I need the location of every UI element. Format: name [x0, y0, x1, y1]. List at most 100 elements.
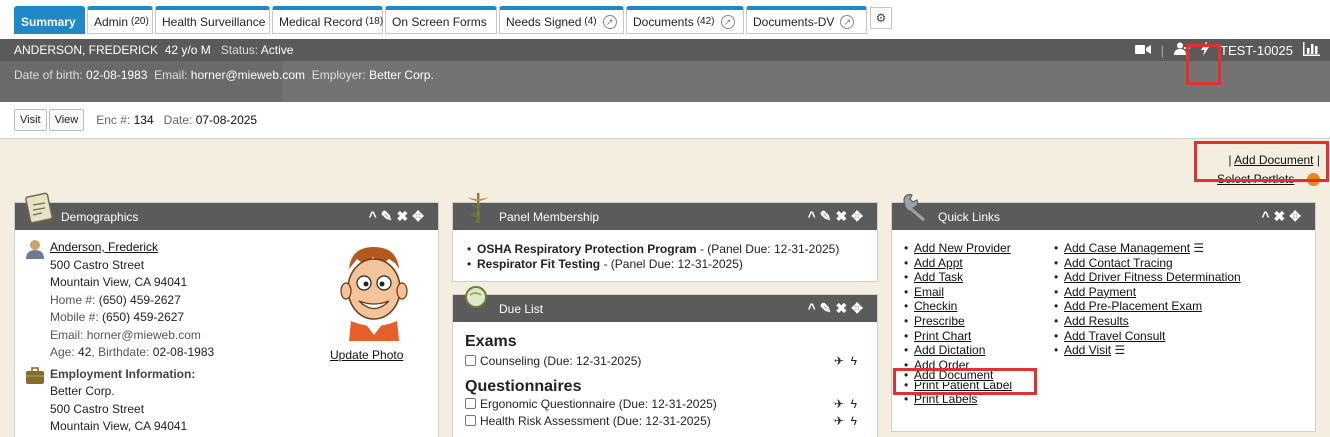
portlet-tools: ^✎✖✥ [808, 208, 867, 225]
move-icon[interactable]: ✥ [851, 300, 867, 316]
dob-value: 02-08-1983 [86, 68, 148, 82]
portlet-header[interactable]: Quick Links ^✖✥ [892, 203, 1315, 230]
portlet-header[interactable]: Demographics ^✎✖✥ [15, 203, 438, 230]
list-item: Add Task [902, 270, 1062, 285]
external-link-icon[interactable]: ↗ [720, 14, 735, 29]
tab-summary[interactable]: Summary [14, 6, 85, 34]
bar-chart-icon[interactable] [1303, 41, 1320, 59]
external-link-icon[interactable]: ↗ [840, 14, 855, 29]
tab-admin[interactable]: Admin (20) [87, 6, 153, 34]
close-icon[interactable]: ✖ [836, 208, 852, 224]
send-icon[interactable]: ✈ [834, 354, 844, 368]
questionnaire-item-label: Ergonomic Questionnaire (Due: 12-31-2025… [480, 397, 717, 411]
video-camera-icon[interactable] [1134, 43, 1151, 58]
lightning-bolt-icon[interactable]: ϟ [851, 397, 857, 411]
panel-list: OSHA Respiratory Protection Program - (P… [465, 242, 839, 271]
send-icon[interactable]: ✈ [834, 414, 844, 428]
collapse-icon[interactable]: ^ [808, 208, 820, 224]
patient-name-link[interactable]: Anderson, Frederick [50, 240, 158, 254]
quick-link-add-case-management[interactable]: Add Case Management [1064, 241, 1190, 255]
due-list-body: Exams Counseling (Due: 12-31-2025) ✈ ϟ Q… [465, 333, 869, 430]
patient-test-id: TEST-10025 [1220, 42, 1293, 58]
quick-link-add-dictation[interactable]: Add Dictation [914, 343, 985, 357]
questionnaire-checkbox[interactable] [465, 415, 476, 426]
quick-link-add-results[interactable]: Add Results [1064, 314, 1129, 328]
external-link-icon[interactable]: ↗ [602, 14, 617, 29]
view-button[interactable]: View [48, 109, 85, 131]
close-icon[interactable]: ✖ [836, 300, 852, 316]
list-item: Health Risk Assessment (Due: 12-31-2025)… [465, 413, 869, 430]
collapse-icon[interactable]: ^ [1261, 208, 1273, 224]
quick-link-email[interactable]: Email [914, 285, 944, 299]
list-item: OSHA Respiratory Protection Program - (P… [465, 242, 839, 257]
tab-medical-record[interactable]: Medical Record (18) [272, 6, 383, 34]
briefcase-icon [26, 366, 44, 384]
tab-settings-gear-icon[interactable]: ⚙ [870, 7, 892, 29]
move-icon[interactable]: ✥ [1289, 208, 1305, 224]
portlet-title: Quick Links [938, 209, 1001, 224]
quick-link-add-order[interactable]: Add Order [914, 358, 969, 368]
employment-title: Employment Information: [50, 366, 196, 381]
quick-link-prescribe[interactable]: Prescribe [914, 314, 965, 328]
tab-label: Documents-DV [753, 14, 835, 29]
quick-link-add-contact-tracing[interactable]: Add Contact Tracing [1064, 256, 1173, 270]
portlet-title: Panel Membership [499, 209, 600, 224]
quick-link-add-new-provider[interactable]: Add New Provider [914, 241, 1011, 255]
patient-info-line: Date of birth: 02-08-1983 Email: horner@… [14, 68, 434, 82]
update-photo-link[interactable]: Update Photo [330, 348, 403, 362]
quick-link-add-travel-consult[interactable]: Add Travel Consult [1064, 329, 1165, 343]
list-item: Add New Provider [902, 241, 1062, 256]
list-item: Add Dictation [902, 343, 1062, 358]
list-item: Add Payment [1052, 285, 1302, 300]
tab-on-screen-forms[interactable]: On Screen Forms [385, 6, 497, 34]
list-icon[interactable]: ☰ [1114, 343, 1125, 357]
quick-link-add-appt[interactable]: Add Appt [914, 256, 963, 270]
quick-link-checkin[interactable]: Checkin [914, 299, 957, 313]
tab-health-surveillance[interactable]: Health Surveillance [155, 6, 270, 34]
quick-link-add-task[interactable]: Add Task [914, 270, 963, 284]
portlet-tools: ^✎✖✥ [369, 208, 428, 225]
demographics-portlet: Demographics ^✎✖✥ Anderson, Frederick 50… [14, 192, 439, 437]
collapse-icon[interactable]: ^ [369, 208, 381, 224]
email-value: horner@mieweb.com [190, 68, 306, 82]
lightning-bolt-icon[interactable]: ϟ [851, 414, 857, 428]
list-item: Add Case Management ☰ [1052, 241, 1302, 256]
tab-documents-dv[interactable]: Documents-DV ↗ [746, 6, 867, 34]
quick-link-add-pre-placement-exam[interactable]: Add Pre-Placement Exam [1064, 299, 1202, 313]
home-phone: (650) 459-2627 [98, 292, 181, 307]
caduceus-icon [467, 193, 489, 223]
edit-icon[interactable]: ✎ [820, 208, 836, 224]
move-icon[interactable]: ✥ [412, 208, 428, 224]
list-item: Add Contact Tracing [1052, 256, 1302, 271]
edit-icon[interactable]: ✎ [820, 300, 836, 316]
portlet-header[interactable]: Panel Membership ^✎✖✥ [453, 203, 877, 230]
list-item: Add Travel Consult [1052, 329, 1302, 344]
visit-button[interactable]: Visit [14, 109, 47, 131]
tab-needs-signed[interactable]: Needs Signed (4) ↗ [499, 6, 624, 34]
tab-documents[interactable]: Documents (42) ↗ [626, 6, 744, 34]
lightning-bolt-icon[interactable]: ϟ [851, 354, 857, 368]
close-icon[interactable]: ✖ [397, 208, 413, 224]
tab-label: Medical Record [279, 14, 363, 29]
portlet-header[interactable]: Due List ^✎✖✥ [453, 295, 877, 322]
portlet-tools: ^✖✥ [1261, 208, 1305, 225]
questionnaire-checkbox[interactable] [465, 398, 476, 409]
collapse-icon[interactable]: ^ [808, 300, 820, 316]
quick-link-add-visit[interactable]: Add Visit [1064, 343, 1111, 357]
status-label: Status: [220, 43, 259, 57]
portlet-title: Due List [499, 301, 544, 316]
list-icon[interactable]: ☰ [1193, 241, 1204, 255]
move-icon[interactable]: ✥ [851, 208, 867, 224]
close-icon[interactable]: ✖ [1274, 208, 1290, 224]
avatar[interactable] [329, 241, 419, 341]
tab-count: (42) [696, 16, 715, 27]
header-separator: | [1160, 42, 1164, 58]
exam-checkbox[interactable] [465, 355, 476, 366]
tab-count: (4) [584, 16, 597, 27]
highlight-box [1186, 44, 1221, 85]
send-icon[interactable]: ✈ [834, 397, 844, 411]
quick-link-print-chart[interactable]: Print Chart [914, 329, 971, 343]
quick-link-add-driver-fitness[interactable]: Add Driver Fitness Determination [1064, 270, 1241, 284]
quick-link-add-payment[interactable]: Add Payment [1064, 285, 1136, 299]
edit-icon[interactable]: ✎ [381, 208, 397, 224]
